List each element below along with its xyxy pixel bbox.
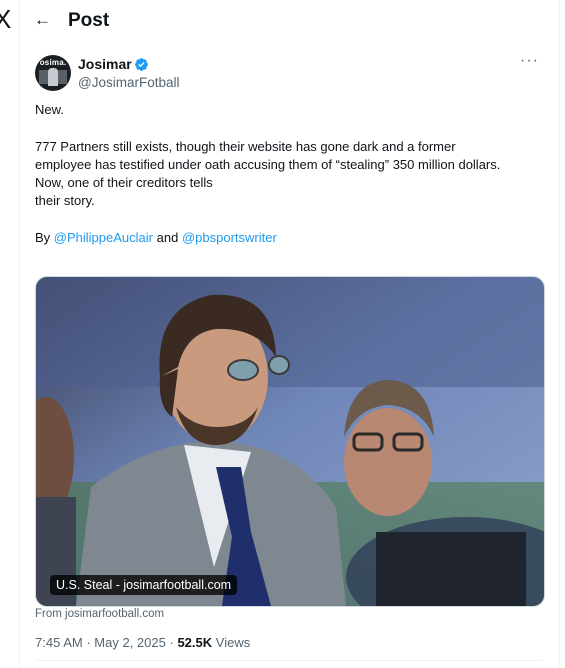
more-options-icon[interactable]: ··· xyxy=(520,52,539,70)
divider xyxy=(35,660,543,661)
post-column: ← Post osima. Josimar @JosimarFotball ··… xyxy=(19,0,560,668)
meta-separator: · xyxy=(169,635,174,650)
meta-separator: · xyxy=(86,635,91,650)
post-text-line: their story. xyxy=(35,193,95,208)
post-meta: 7:45 AM · May 2, 2025 · 52.5K Views xyxy=(35,634,250,652)
post-time[interactable]: 7:45 AM xyxy=(35,635,83,650)
post-text-line: 777 Partners still exists, though their … xyxy=(35,139,456,154)
author-name[interactable]: Josimar xyxy=(78,56,132,73)
verified-badge-icon xyxy=(135,58,148,71)
post-text-line: New. xyxy=(35,102,64,117)
x-logo-icon[interactable]: X xyxy=(0,6,11,32)
article-photo xyxy=(36,277,544,606)
byline-prefix: By xyxy=(35,230,51,245)
link-source[interactable]: From josimarfootball.com xyxy=(35,608,164,620)
left-nav-rail: X xyxy=(0,0,20,668)
mention-link[interactable]: @pbsportswriter xyxy=(182,230,277,245)
views-count: 52.5K xyxy=(177,635,213,650)
avatar-figure xyxy=(48,68,58,86)
post-text-line: employee has testified under oath accusi… xyxy=(35,157,501,172)
author-handle[interactable]: @JosimarFotball xyxy=(78,74,179,91)
avatar-brand-text: osima. xyxy=(39,58,67,67)
page-title: Post xyxy=(68,10,110,31)
post-byline: By @PhilippeAuclair and @pbsportswriter xyxy=(35,229,547,247)
post-header: ← Post xyxy=(20,0,559,42)
link-card-label: U.S. Steal - josimarfootball.com xyxy=(50,575,238,595)
views-label: Views xyxy=(215,635,251,650)
back-arrow-icon[interactable]: ← xyxy=(34,10,51,30)
post-date[interactable]: May 2, 2025 xyxy=(94,635,166,650)
mention-link[interactable]: @PhilippeAuclair xyxy=(54,230,153,245)
byline-and: and xyxy=(156,230,179,245)
link-card-image[interactable]: U.S. Steal - josimarfootball.com xyxy=(35,276,545,607)
post-text-line: Now, one of their creditors tells xyxy=(35,175,213,190)
avatar[interactable]: osima. xyxy=(35,55,71,91)
